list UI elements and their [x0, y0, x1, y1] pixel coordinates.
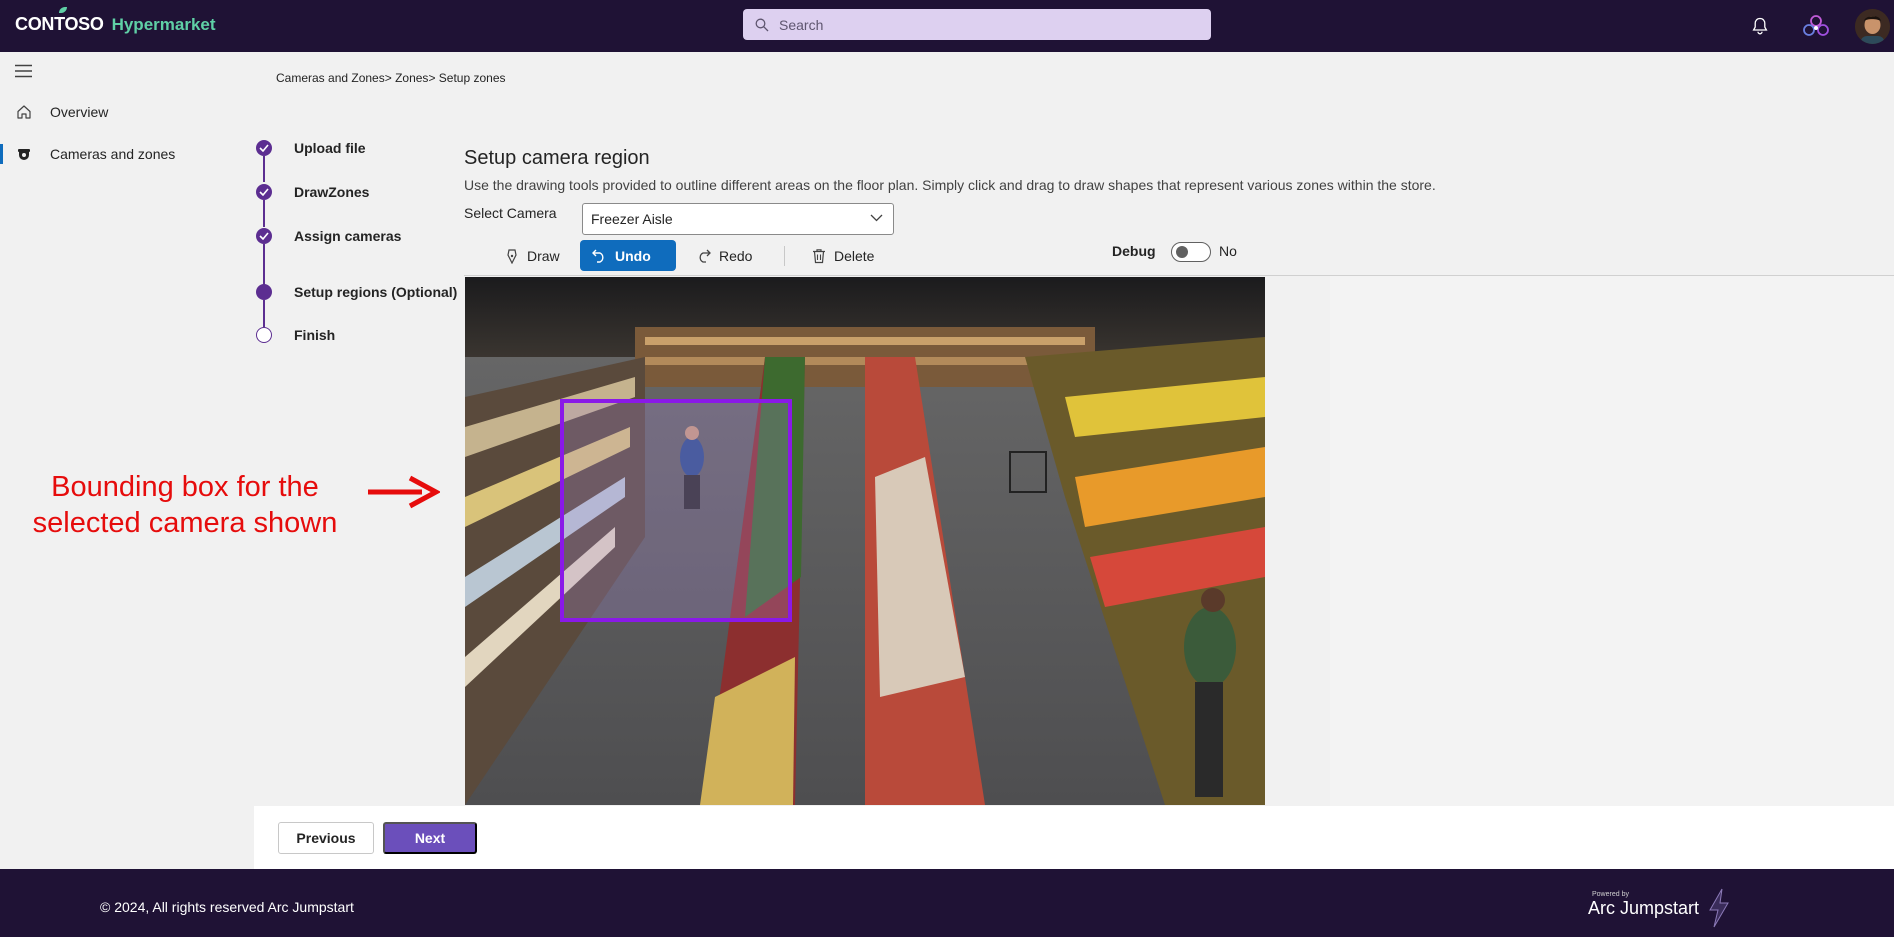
next-button[interactable]: Next	[383, 822, 477, 854]
redo-button[interactable]: Redo	[684, 240, 764, 271]
breadcrumb-item[interactable]: > Zones	[385, 71, 429, 85]
delete-button-label: Delete	[834, 247, 875, 264]
leaf-icon	[59, 7, 67, 13]
select-camera-label: Select Camera	[464, 205, 557, 221]
camera-bounding-box[interactable]	[560, 399, 792, 622]
camera-select[interactable]: Freezer Aisle	[582, 203, 894, 235]
sidebar-item-label: Cameras and zones	[50, 146, 176, 162]
home-icon	[17, 105, 31, 119]
menu-icon[interactable]	[15, 64, 32, 78]
search-icon	[755, 18, 769, 31]
search-input[interactable]	[779, 16, 1179, 33]
app-logo[interactable]: CONTOSO Hypermarket	[15, 7, 216, 35]
step-check-icon	[256, 228, 272, 244]
camera-select-value: Freezer Aisle	[591, 211, 673, 227]
app-name: Hypermarket	[111, 15, 216, 34]
wizard-footer	[254, 806, 1894, 869]
draw-button-label: Draw	[527, 247, 560, 264]
trash-icon	[813, 248, 825, 263]
redo-button-label: Redo	[719, 247, 753, 264]
arrow-right-icon	[368, 475, 440, 509]
step-setup-regions[interactable]: Setup regions (Optional)	[294, 284, 457, 300]
lightning-bolt-icon	[1709, 888, 1729, 928]
breadcrumb-item: > Setup zones	[428, 71, 506, 85]
step-current-dot	[256, 284, 272, 300]
page-title: Setup camera region	[464, 147, 650, 169]
sidebar-item-overview[interactable]: Overview	[0, 97, 230, 127]
delete-button[interactable]: Delete	[800, 240, 886, 271]
step-connector	[263, 156, 265, 182]
copilot-icon[interactable]	[1802, 12, 1830, 40]
chevron-down-icon	[870, 214, 883, 222]
sidebar-item-label: Overview	[50, 104, 109, 120]
brand-name: CONTOSO	[15, 14, 104, 34]
avatar-face	[1855, 9, 1890, 44]
step-connector	[263, 200, 265, 227]
copyright-text: © 2024, All rights reserved Arc Jumpstar…	[100, 899, 354, 915]
page-description: Use the drawing tools provided to outlin…	[464, 177, 1436, 193]
step-pending-dot	[256, 327, 272, 343]
annotation-line-2: selected camera shown	[32, 507, 338, 539]
step-upload-file[interactable]: Upload file	[294, 140, 366, 156]
step-finish[interactable]: Finish	[294, 327, 335, 343]
undo-button[interactable]: Undo	[580, 240, 676, 271]
camera-feed-image[interactable]	[465, 277, 1265, 805]
arc-jumpstart-logo[interactable]: Arc Jumpstart	[1588, 898, 1699, 919]
breadcrumb: Cameras and Zones > Zones > Setup zones	[276, 71, 506, 85]
toggle-knob	[1176, 246, 1188, 258]
breadcrumb-item[interactable]: Cameras and Zones	[276, 71, 385, 85]
step-connector	[263, 300, 265, 327]
bell-icon[interactable]	[1752, 17, 1768, 35]
previous-button[interactable]: Previous	[278, 822, 374, 854]
undo-button-label: Undo	[615, 247, 651, 264]
step-check-icon	[256, 140, 272, 156]
redo-icon	[699, 249, 711, 263]
powered-by-text: Powered by	[1592, 891, 1629, 898]
search-box[interactable]	[743, 9, 1211, 40]
step-assign-cameras[interactable]: Assign cameras	[294, 228, 401, 244]
pen-icon	[507, 248, 517, 264]
annotation-text: Bounding box for the selected camera sho…	[0, 469, 370, 541]
undo-icon	[592, 249, 604, 263]
avatar[interactable]	[1855, 9, 1890, 44]
debug-label: Debug	[1112, 243, 1156, 259]
top-bar: CONTOSO Hypermarket	[0, 0, 1894, 52]
toolbar-divider	[784, 246, 785, 266]
annotation-line-1: Bounding box for the	[51, 471, 319, 503]
sidebar-item-cameras[interactable]: Cameras and zones	[0, 139, 230, 169]
debug-value: No	[1219, 243, 1237, 259]
camera-icon	[18, 149, 30, 160]
draw-button[interactable]: Draw	[493, 240, 572, 271]
step-draw-zones[interactable]: DrawZones	[294, 184, 369, 200]
step-check-icon	[256, 184, 272, 200]
debug-toggle[interactable]	[1171, 242, 1211, 262]
canvas-area[interactable]	[1330, 276, 1894, 806]
